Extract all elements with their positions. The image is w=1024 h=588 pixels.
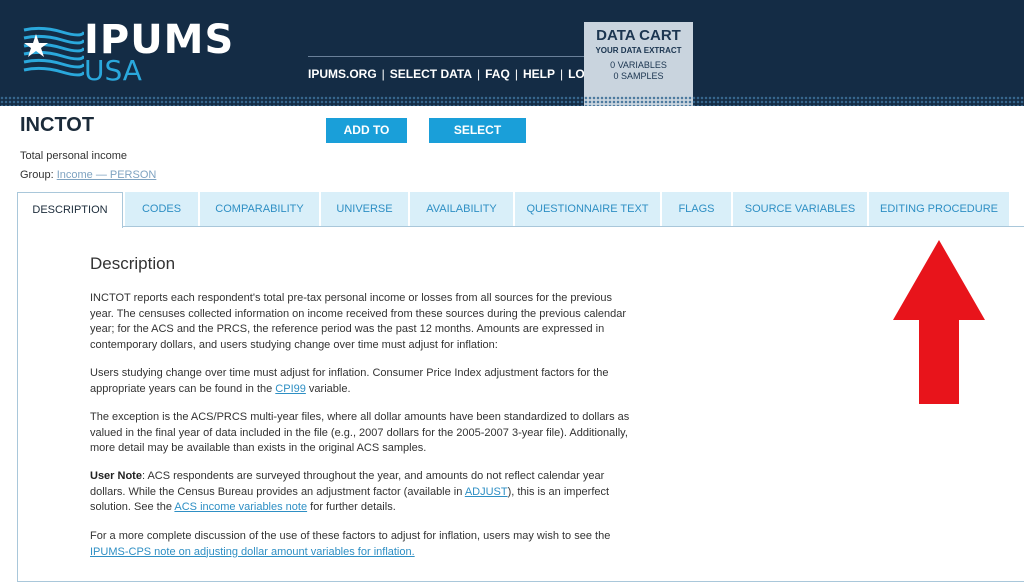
top-nav: IPUMS.ORG|SELECT DATA|FAQ|HELP|LOGIN [308,56,606,81]
variable-label: Total personal income [20,150,128,162]
logo-sub-text: USA [84,54,142,87]
paragraph-text: variable. [305,382,351,395]
data-cart[interactable]: DATA CART YOUR DATA EXTRACT 0 VARIABLES … [584,22,693,106]
header-dot-pattern [0,96,1024,106]
cart-variables-count: 0 VARIABLES [610,60,667,70]
red-arrow-icon [893,240,985,404]
flag-logo-icon [22,24,84,80]
tab-source-variables[interactable]: SOURCE VARIABLES [731,192,867,226]
tab-universe[interactable]: UNIVERSE [319,192,408,226]
nav-separator: | [477,67,481,81]
group-link[interactable]: Income — PERSON [57,169,157,181]
variable-group: Group: Income — PERSON [20,169,156,181]
cart-samples-count: 0 SAMPLES [613,71,664,81]
tab-availability[interactable]: AVAILABILITY [408,192,513,226]
nav-faq[interactable]: FAQ [485,67,510,81]
nav-help[interactable]: HELP [523,67,555,81]
variable-name: INCTOT [20,114,95,136]
tab-flags[interactable]: FLAGS [660,192,731,226]
site-header: IPUMS USA IPUMS.ORG | SELECT DATA | FAQ | HELP… [0,0,1024,106]
paragraph-text: for further details. [307,501,396,513]
description-paragraph: For a more complete discussion of the us… [90,529,635,560]
tab-codes[interactable]: CODES [123,192,198,226]
tab-editing-procedure[interactable]: EDITING PROCEDURE [867,192,1009,226]
ipums-usa-logo[interactable]: IPUMS USA [22,18,237,87]
ipums-cps-note-link[interactable]: IPUMS-CPS note on adjusting dollar amoun… [90,546,415,558]
tab-description[interactable]: DESCRIPTION [17,192,123,228]
description-paragraph: Users studying change over time must adj… [90,366,635,397]
add-to-cart-button[interactable]: ADD TO CART [326,118,407,162]
nav-ipums-org[interactable]: IPUMS.ORG [308,67,377,81]
description-paragraph: INCTOT reports each respondent's total p… [90,292,627,351]
section-title: Description [90,254,176,273]
paragraph-text: For a more complete discussion of the us… [90,530,611,542]
cart-title: DATA CART [596,27,681,44]
group-prefix: Group: [20,169,57,181]
nav-separator: | [559,67,564,81]
tab-comparability[interactable]: COMPARABILITY [198,192,319,226]
cpi99-link[interactable]: CPI99 [275,383,306,395]
nav-separator: | [381,67,385,81]
acs-income-note-link[interactable]: ACS income variables note [174,501,307,513]
user-note-paragraph: User Note: ACS respondents are surveyed … [90,469,635,516]
nav-select-data[interactable]: SELECT DATA [390,67,472,81]
select-samples-button[interactable]: SELECT SAMPLES [429,118,526,162]
description-paragraph: The exception is the ACS/PRCS multi-year… [90,411,630,454]
nav-separator: | [514,67,518,81]
user-note-label: User Note [90,470,142,482]
tab-questionnaire-text[interactable]: QUESTIONNAIRE TEXT [513,192,660,226]
cart-subtitle: YOUR DATA EXTRACT [595,46,682,55]
adjust-link[interactable]: ADJUST [465,486,508,498]
